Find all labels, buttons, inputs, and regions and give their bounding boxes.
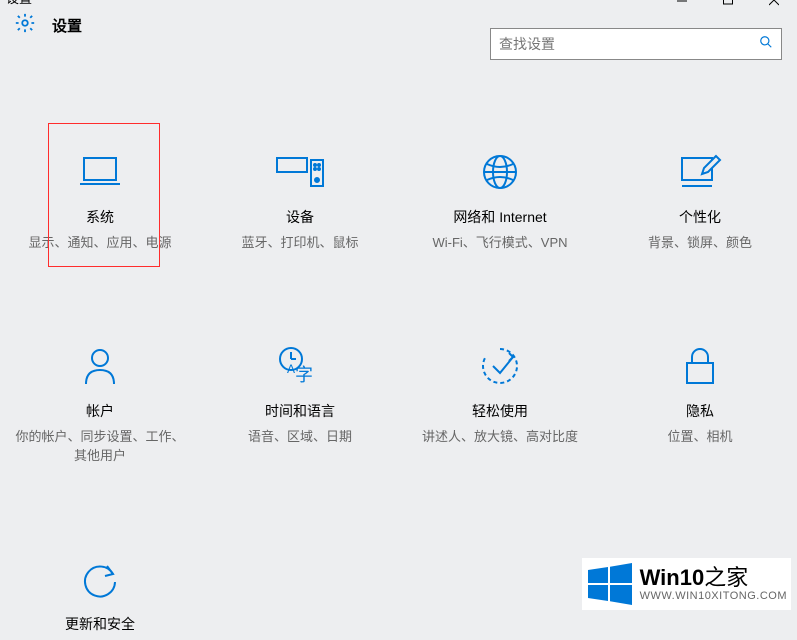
- pen-icon: [678, 149, 722, 195]
- tile-title: 系统: [86, 207, 114, 227]
- tile-desc: Wi-Fi、飞行模式、VPN: [422, 233, 577, 253]
- tile-desc: 显示、通知、应用、电源: [18, 233, 181, 253]
- tile-privacy[interactable]: 隐私 位置、相机: [600, 343, 797, 466]
- tile-time-language[interactable]: 字 A 时间和语言 语音、区域、日期: [200, 343, 400, 466]
- ease-icon: [479, 343, 521, 389]
- tile-title: 网络和 Internet: [453, 207, 546, 227]
- laptop-icon: [78, 149, 122, 195]
- search-input[interactable]: [499, 36, 759, 52]
- tile-network[interactable]: 网络和 Internet Wi-Fi、飞行模式、VPN: [400, 149, 600, 253]
- titlebar: 设置: [0, 0, 797, 8]
- close-button[interactable]: [751, 0, 797, 8]
- tile-update-security[interactable]: 更新和安全: [0, 556, 200, 640]
- globe-icon: [480, 149, 520, 195]
- tile-devices[interactable]: 设备 蓝牙、打印机、鼠标: [200, 149, 400, 253]
- watermark-url: WWW.WIN10XITONG.COM: [640, 590, 787, 602]
- tile-desc: 蓝牙、打印机、鼠标: [231, 233, 368, 253]
- tile-desc: 你的帐户、同步设置、工作、其他用户: [0, 427, 200, 466]
- titlebar-text: 设置: [6, 0, 32, 7]
- windows-logo-icon: [586, 560, 634, 608]
- settings-grid: 系统 显示、通知、应用、电源 设备 蓝牙、打印机、鼠标 网络和 Internet: [0, 49, 797, 640]
- svg-text:A: A: [287, 362, 295, 376]
- tile-desc: 讲述人、放大镜、高对比度: [412, 427, 588, 447]
- svg-text:字: 字: [295, 365, 313, 385]
- minimize-button[interactable]: [659, 0, 705, 8]
- tile-desc: 语音、区域、日期: [238, 427, 362, 447]
- person-icon: [82, 343, 118, 389]
- tile-title: 设备: [286, 207, 314, 227]
- update-icon: [79, 556, 121, 602]
- tile-ease-of-access[interactable]: 轻松使用 讲述人、放大镜、高对比度: [400, 343, 600, 466]
- tile-title: 个性化: [679, 207, 721, 227]
- lock-icon: [683, 343, 717, 389]
- tile-title: 时间和语言: [265, 401, 335, 421]
- tile-title: 更新和安全: [65, 614, 135, 634]
- time-lang-icon: 字 A: [277, 343, 323, 389]
- devices-icon: [275, 149, 325, 195]
- gear-icon: [14, 12, 36, 39]
- watermark: Win10之家 WWW.WIN10XITONG.COM: [582, 558, 791, 610]
- tile-system[interactable]: 系统 显示、通知、应用、电源: [0, 149, 200, 253]
- tile-desc: 位置、相机: [657, 427, 742, 447]
- app-title: 设置: [52, 15, 82, 36]
- tile-personalization[interactable]: 个性化 背景、锁屏、颜色: [600, 149, 797, 253]
- watermark-brand: Win10之家: [640, 566, 787, 590]
- window-controls: [659, 0, 797, 8]
- search-box[interactable]: [490, 28, 782, 60]
- tile-accounts[interactable]: 帐户 你的帐户、同步设置、工作、其他用户: [0, 343, 200, 466]
- tile-title: 帐户: [86, 401, 114, 421]
- tile-desc: 背景、锁屏、颜色: [638, 233, 762, 253]
- tile-title: 隐私: [686, 401, 714, 421]
- tile-title: 轻松使用: [472, 401, 528, 421]
- maximize-button[interactable]: [705, 0, 751, 8]
- search-icon: [759, 35, 773, 54]
